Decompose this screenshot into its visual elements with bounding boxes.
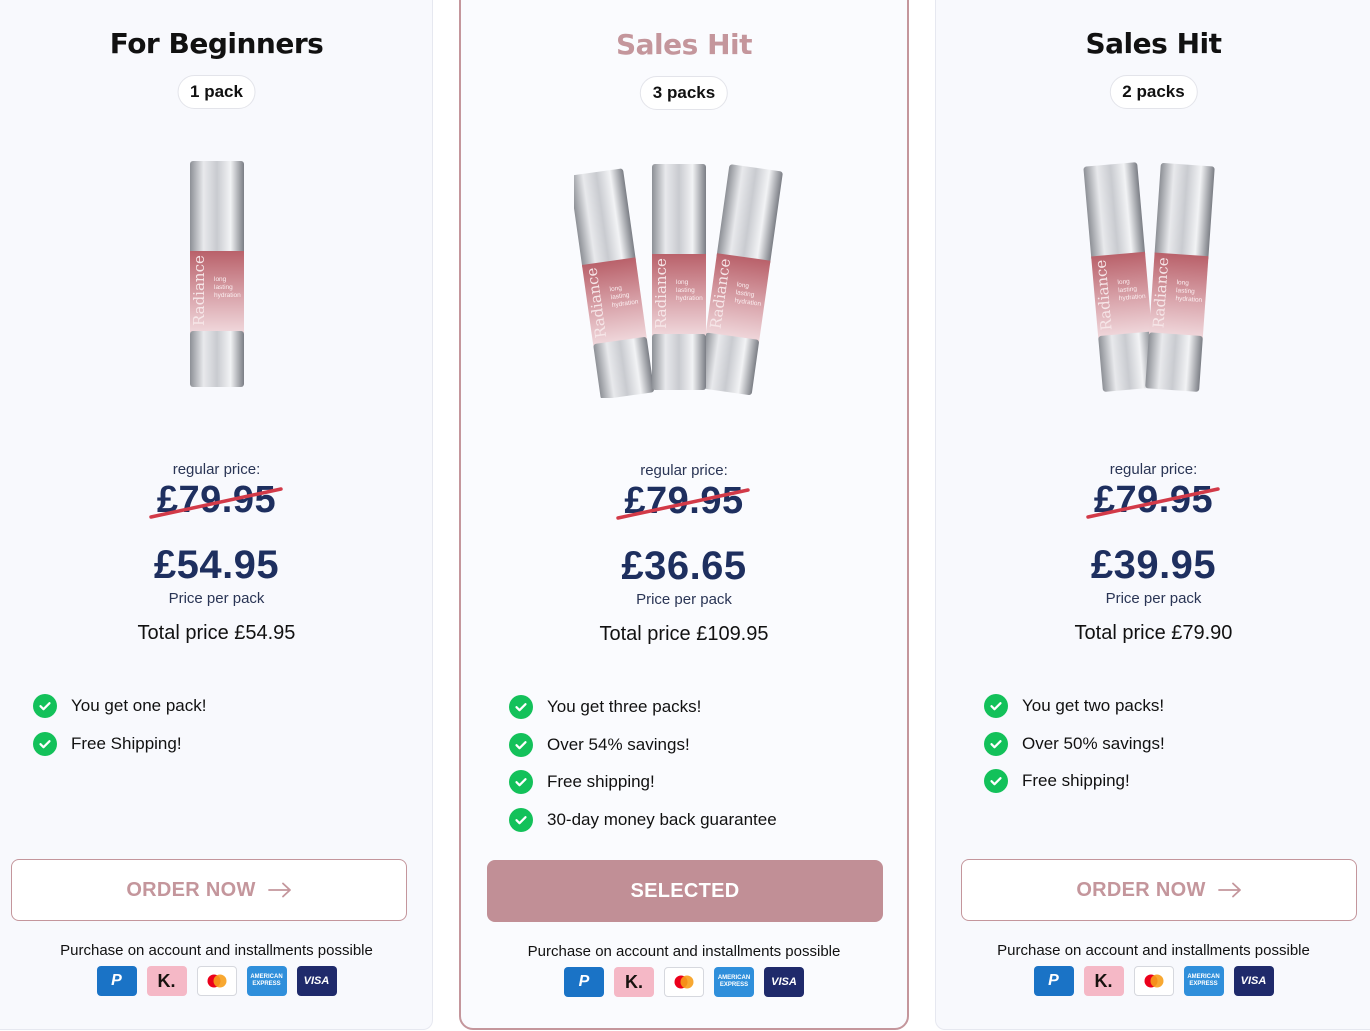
plan-card-sales-hit-3[interactable]: Sales Hit 3 packs regular price: £79.95 …	[459, 0, 909, 1030]
feature-item: Over 50% savings!	[984, 725, 1165, 763]
arrow-right-icon	[1217, 882, 1241, 898]
check-icon	[509, 807, 533, 832]
feature-item: You get one pack!	[33, 687, 207, 725]
check-icon	[984, 769, 1008, 794]
pack-count-badge: 3 packs	[639, 76, 729, 110]
feature-list: You get three packs! Over 54% savings! F…	[509, 688, 777, 839]
visa-icon: VISA	[764, 967, 804, 997]
check-icon	[509, 694, 533, 719]
total-price: Total price £54.95	[137, 622, 296, 644]
payment-methods: P K. AMERICAN EXPRESS VISA	[936, 966, 1370, 996]
regular-price-label: regular price:	[1109, 461, 1198, 478]
strikethrough-line	[616, 488, 750, 520]
plan-title: For Beginners	[109, 27, 324, 60]
visa-icon: VISA	[296, 966, 337, 996]
installments-note: Purchase on account and installments pos…	[60, 942, 373, 959]
total-price: Total price £79.90	[1074, 622, 1233, 644]
plan-card-beginners[interactable]: For Beginners 1 pack regular price: £79.…	[0, 0, 433, 1030]
check-icon	[984, 731, 1008, 756]
check-icon	[984, 693, 1008, 718]
feature-list: You get one pack! Free Shipping!	[33, 687, 207, 762]
feature-item: Free shipping!	[509, 763, 777, 801]
visa-icon: VISA	[1233, 966, 1274, 996]
amex-icon: AMERICAN EXPRESS	[246, 966, 287, 996]
feature-item: Free shipping!	[984, 762, 1165, 800]
price-per-pack: £39.95	[1090, 543, 1217, 587]
plan-card-sales-hit-2[interactable]: Sales Hit 2 packs regular price: £79.95 …	[935, 0, 1370, 1030]
paypal-icon: P	[1033, 966, 1074, 996]
order-now-button[interactable]: ORDER NOW	[11, 859, 407, 921]
feature-item: Over 54% savings!	[509, 726, 777, 764]
check-icon	[33, 731, 57, 756]
check-icon	[509, 770, 533, 795]
regular-price-label: regular price:	[640, 462, 728, 479]
mastercard-icon	[1133, 966, 1174, 996]
payment-methods: P K. AMERICAN EXPRESS VISA	[0, 966, 433, 996]
price-per-pack-label: Price per pack	[168, 590, 265, 607]
feature-item: You get two packs!	[984, 687, 1165, 725]
feature-item: Free Shipping!	[33, 725, 207, 763]
feature-item: You get three packs!	[509, 688, 777, 726]
feature-list: You get two packs! Over 50% savings! Fre…	[984, 687, 1165, 800]
paypal-icon: P	[564, 967, 604, 997]
order-now-button[interactable]: ORDER NOW	[961, 859, 1357, 921]
pack-count-badge: 2 packs	[1109, 75, 1198, 109]
amex-icon: AMERICAN EXPRESS	[714, 967, 754, 997]
product-image-1-pack	[0, 157, 433, 397]
product-image-2-packs	[936, 157, 1370, 397]
amex-icon: AMERICAN EXPRESS	[1183, 966, 1224, 996]
check-icon	[33, 693, 57, 718]
feature-item: 30-day money back guarantee	[509, 801, 777, 839]
old-price: £79.95	[0, 479, 433, 522]
price-per-pack-label: Price per pack	[1105, 590, 1202, 607]
price-per-pack: £36.65	[621, 544, 747, 588]
mastercard-icon	[664, 967, 704, 997]
old-price: £79.95	[936, 479, 1370, 522]
strikethrough-line	[148, 487, 283, 519]
installments-note: Purchase on account and installments pos…	[527, 943, 841, 960]
arrow-right-icon	[267, 882, 291, 898]
plan-title: Sales Hit	[1085, 27, 1222, 60]
installments-note: Purchase on account and installments pos…	[997, 942, 1310, 959]
klarna-icon: K.	[614, 967, 654, 997]
paypal-icon: P	[96, 966, 137, 996]
strikethrough-line	[1085, 487, 1220, 519]
price-per-pack-label: Price per pack	[636, 591, 732, 608]
payment-methods: P K. AMERICAN EXPRESS VISA	[461, 967, 907, 997]
old-price: £79.95	[461, 480, 907, 523]
total-price: Total price £109.95	[599, 623, 769, 645]
klarna-icon: K.	[1083, 966, 1124, 996]
plan-title: Sales Hit	[616, 28, 752, 61]
check-icon	[509, 732, 533, 757]
klarna-icon: K.	[146, 966, 187, 996]
product-image-3-packs	[461, 158, 907, 398]
mastercard-icon	[196, 966, 237, 996]
selected-button[interactable]: SELECTED	[487, 860, 883, 922]
price-per-pack: £54.95	[153, 543, 280, 587]
regular-price-label: regular price:	[172, 461, 261, 478]
pack-count-badge: 1 pack	[177, 75, 256, 109]
